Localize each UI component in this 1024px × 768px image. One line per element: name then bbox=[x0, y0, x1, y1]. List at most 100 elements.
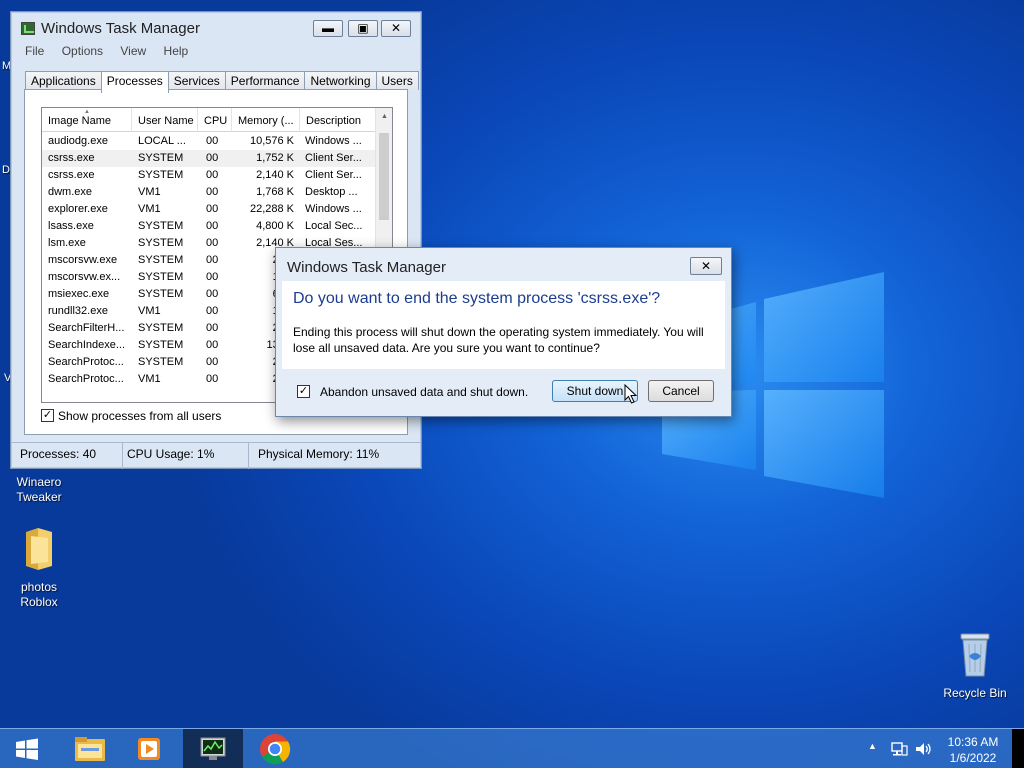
taskbar-task-manager[interactable] bbox=[183, 729, 243, 768]
table-row[interactable]: audiodg.exe LOCAL ... 00 10,576 K Windows ..… bbox=[42, 133, 376, 150]
tab-services[interactable]: Services bbox=[167, 71, 226, 90]
cell-user-name: VM1 bbox=[138, 203, 161, 215]
tab-applications[interactable]: Applications bbox=[25, 71, 102, 90]
minimize-button[interactable]: ▬ bbox=[313, 20, 343, 37]
tab-networking[interactable]: Networking bbox=[304, 71, 377, 90]
volume-icon[interactable] bbox=[914, 740, 932, 768]
column-header-memory[interactable]: Memory (... bbox=[232, 108, 300, 132]
cell-user-name: SYSTEM bbox=[138, 220, 184, 232]
cell-image-name: SearchProtoc... bbox=[48, 356, 124, 368]
cell-image-name: csrss.exe bbox=[48, 169, 95, 181]
taskbar-clock[interactable]: 10:36 AM 1/6/2022 bbox=[938, 734, 1008, 766]
cell-cpu: 00 bbox=[206, 237, 219, 249]
start-button[interactable] bbox=[0, 729, 54, 768]
column-header-image-name[interactable]: Image Name bbox=[42, 108, 132, 132]
cell-description: Client Ser... bbox=[305, 169, 362, 181]
abandon-data-label: Abandon unsaved data and shut down. bbox=[320, 385, 529, 399]
cell-image-name: audiodg.exe bbox=[48, 135, 108, 147]
media-player-icon bbox=[138, 738, 160, 760]
cell-cpu: 00 bbox=[206, 339, 219, 351]
close-button[interactable]: ✕ bbox=[381, 20, 411, 37]
table-row[interactable]: dwm.exe VM1 00 1,768 K Desktop ... bbox=[42, 184, 376, 201]
cell-image-name: lsass.exe bbox=[48, 220, 94, 232]
cell-memory: 2,140 K bbox=[256, 169, 294, 181]
cell-description: Local Sec... bbox=[305, 220, 363, 232]
taskbar-file-explorer[interactable] bbox=[60, 729, 120, 768]
table-row[interactable]: csrss.exe SYSTEM 00 1,752 K Client Ser... bbox=[42, 150, 376, 167]
status-processes: Processes: 40 bbox=[11, 443, 123, 469]
end-process-dialog[interactable]: Windows Task Manager ✕ Do you want to en… bbox=[275, 247, 732, 417]
list-header: ▲ Image Name User Name CPU Memory (... D… bbox=[42, 108, 376, 132]
desktop-icon-winaero-tweaker[interactable]: Winaero Tweaker bbox=[4, 475, 74, 505]
column-header-cpu[interactable]: CPU bbox=[198, 108, 232, 132]
cell-memory: 22,288 K bbox=[249, 203, 294, 215]
show-all-users-checkbox[interactable]: ✓ bbox=[41, 409, 54, 422]
cell-user-name: SYSTEM bbox=[138, 169, 184, 181]
dialog-main-instruction: Do you want to end the system process 'c… bbox=[293, 290, 661, 307]
cell-description: Desktop ... bbox=[305, 186, 358, 198]
cell-image-name: SearchIndexe... bbox=[48, 339, 126, 351]
menu-file[interactable]: File bbox=[25, 44, 44, 58]
cell-cpu: 00 bbox=[206, 305, 219, 317]
cell-cpu: 00 bbox=[206, 203, 219, 215]
column-header-description[interactable]: Description bbox=[300, 108, 376, 132]
cell-description: Client Ser... bbox=[305, 152, 362, 164]
cancel-button[interactable]: Cancel bbox=[648, 380, 714, 402]
column-header-user-name[interactable]: User Name bbox=[132, 108, 198, 132]
chrome-icon bbox=[260, 734, 291, 765]
tab-users[interactable]: Users bbox=[375, 71, 419, 90]
task-manager-icon bbox=[200, 737, 226, 760]
network-icon[interactable] bbox=[890, 740, 908, 768]
cell-user-name: SYSTEM bbox=[138, 288, 184, 300]
taskbar-media-player[interactable] bbox=[120, 729, 180, 768]
dialog-close-button[interactable]: ✕ bbox=[690, 257, 722, 275]
tab-strip: Applications Processes Services Performance… bbox=[25, 68, 419, 93]
dialog-content-text: Ending this process will shut down the o… bbox=[293, 325, 704, 355]
cell-user-name: SYSTEM bbox=[138, 271, 184, 283]
menu-view[interactable]: View bbox=[120, 44, 146, 58]
cell-memory: 1,768 K bbox=[256, 186, 294, 198]
cell-user-name: VM1 bbox=[138, 305, 161, 317]
abandon-data-checkbox[interactable]: ✓ bbox=[297, 385, 310, 398]
windows-start-icon bbox=[16, 738, 38, 760]
recycle-bin-icon bbox=[940, 630, 1010, 682]
table-row[interactable]: explorer.exe VM1 00 22,288 K Windows ... bbox=[42, 201, 376, 218]
close-icon: ✕ bbox=[700, 259, 712, 273]
menu-options[interactable]: Options bbox=[62, 44, 103, 58]
cell-user-name: SYSTEM bbox=[138, 339, 184, 351]
menu-help[interactable]: Help bbox=[164, 44, 189, 58]
file-explorer-icon bbox=[75, 737, 105, 761]
show-desktop-button[interactable] bbox=[1012, 729, 1024, 768]
table-row[interactable]: csrss.exe SYSTEM 00 2,140 K Client Ser... bbox=[42, 167, 376, 184]
desktop-icon-label: photos Roblox bbox=[20, 580, 58, 609]
cell-user-name: SYSTEM bbox=[138, 356, 184, 368]
tab-performance[interactable]: Performance bbox=[224, 71, 306, 90]
cell-cpu: 00 bbox=[206, 356, 219, 368]
cell-image-name: explorer.exe bbox=[48, 203, 108, 215]
cell-image-name: SearchProtoc... bbox=[48, 373, 124, 385]
tab-processes[interactable]: Processes bbox=[100, 71, 169, 93]
cell-user-name: SYSTEM bbox=[138, 237, 184, 249]
cell-memory: 1,752 K bbox=[256, 152, 294, 164]
status-cpu-usage: CPU Usage: 1% bbox=[118, 443, 249, 469]
title-bar[interactable]: Windows Task Manager ▬ ▣ ✕ bbox=[11, 12, 421, 42]
desktop-icon-recycle-bin[interactable]: Recycle Bin bbox=[940, 630, 1010, 701]
maximize-button[interactable]: ▣ bbox=[348, 20, 378, 37]
cell-cpu: 00 bbox=[206, 288, 219, 300]
tray-overflow-chevron-icon[interactable]: ▲ bbox=[868, 741, 877, 768]
close-icon: ✕ bbox=[390, 21, 402, 35]
scroll-up-icon[interactable]: ▲ bbox=[376, 108, 392, 125]
desktop-icon-photos-roblox[interactable]: photos Roblox bbox=[4, 526, 74, 610]
maximize-icon: ▣ bbox=[357, 21, 369, 35]
clock-date: 1/6/2022 bbox=[949, 751, 997, 765]
task-manager-app-icon bbox=[21, 22, 35, 35]
cell-image-name: rundll32.exe bbox=[48, 305, 108, 317]
scroll-thumb[interactable] bbox=[379, 133, 389, 220]
cell-description: Windows ... bbox=[305, 135, 362, 147]
taskbar-chrome[interactable] bbox=[245, 729, 305, 768]
cell-image-name: msiexec.exe bbox=[48, 288, 110, 300]
table-row[interactable]: lsass.exe SYSTEM 00 4,800 K Local Sec... bbox=[42, 218, 376, 235]
cell-user-name: SYSTEM bbox=[138, 152, 184, 164]
desktop-icon-label: Winaero Tweaker bbox=[16, 475, 62, 504]
folder-icon bbox=[4, 526, 74, 576]
